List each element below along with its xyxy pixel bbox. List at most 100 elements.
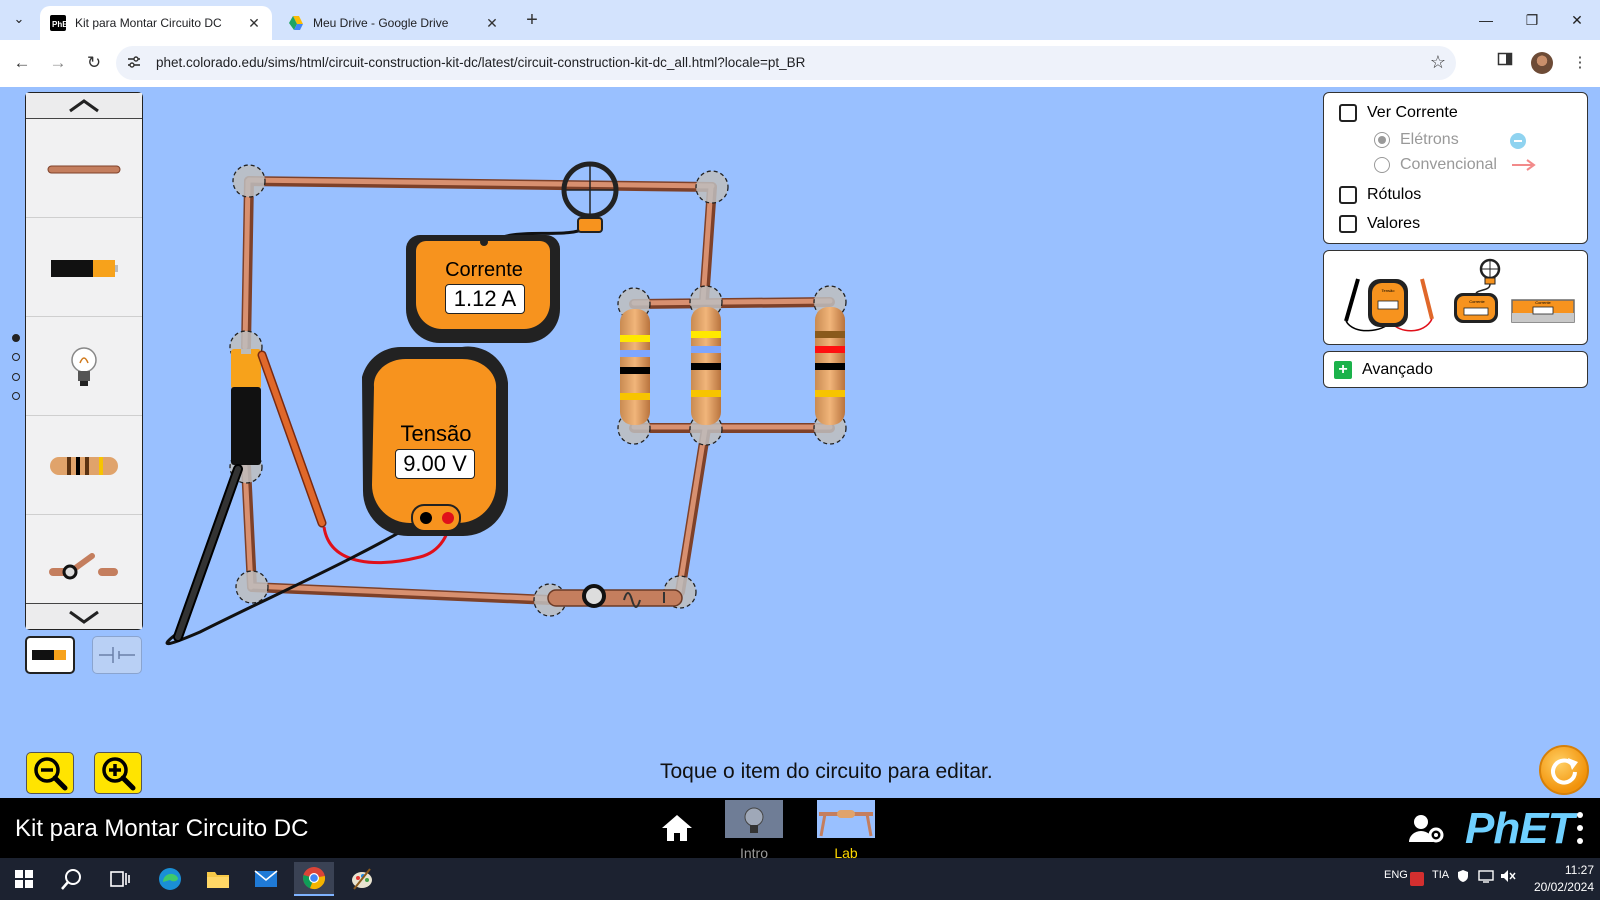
values-checkbox[interactable]: Valores: [1339, 215, 1420, 233]
volume-muted-icon[interactable]: [1500, 869, 1516, 886]
simulation-area[interactable]: Corrente 1.12 A Tensão 9.00 V Ver Corren…: [0, 87, 1600, 798]
restore-button[interactable]: ❐: [1517, 8, 1547, 32]
ammeter-tool[interactable]: [1452, 257, 1502, 323]
back-button[interactable]: ←: [10, 51, 34, 75]
electrons-label: Elétrons: [1400, 131, 1459, 148]
schematic-view-button[interactable]: [92, 636, 142, 674]
electrons-radio[interactable]: Elétrons: [1374, 131, 1459, 149]
lifelike-view-button[interactable]: [25, 636, 75, 674]
conventional-arrow-icon: [1512, 159, 1536, 171]
lab-screen-icon: [817, 800, 875, 838]
palette-switch[interactable]: [26, 516, 142, 614]
mail-button[interactable]: [246, 862, 286, 896]
radio-button[interactable]: [1374, 157, 1390, 173]
resistor[interactable]: [620, 309, 650, 425]
site-info-icon[interactable]: [126, 54, 144, 72]
chrome-button[interactable]: [294, 862, 334, 896]
tray-tia[interactable]: TIA: [1432, 869, 1449, 881]
battery[interactable]: [231, 349, 261, 465]
phet-menu-button[interactable]: [1574, 812, 1586, 844]
network-icon[interactable]: [1478, 869, 1494, 886]
display-options-panel: Ver Corrente Elétrons Convencional Rótul…: [1323, 92, 1588, 244]
schematic-battery-icon: [99, 647, 135, 663]
clock-time: 11:27: [1564, 863, 1594, 877]
reset-icon: [1551, 758, 1578, 785]
zoom-in-icon: [102, 757, 136, 791]
palette-page-dot[interactable]: [12, 353, 20, 361]
ammeter-tool-label: Corrente: [1469, 299, 1485, 304]
battery-icon: [51, 259, 118, 277]
checkbox-box[interactable]: [1339, 215, 1357, 233]
tab-close-icon[interactable]: ✕: [246, 15, 262, 32]
battery-icon: [32, 650, 66, 660]
screen-lab-button[interactable]: Lab: [817, 800, 875, 861]
show-current-checkbox[interactable]: Ver Corrente: [1339, 104, 1458, 122]
reset-all-button[interactable]: [1539, 745, 1589, 795]
paint-app-button[interactable]: [342, 862, 382, 896]
task-view-button[interactable]: [100, 862, 140, 896]
user-settings-icon: [1409, 815, 1444, 843]
phet-favicon-icon: PhET: [50, 15, 66, 31]
phet-logo[interactable]: PhET: [1465, 804, 1574, 854]
component-palette: [25, 92, 143, 630]
radio-button[interactable]: [1374, 132, 1390, 148]
screen-intro-button[interactable]: Intro: [725, 800, 783, 861]
tab-search-button[interactable]: ⌄: [8, 8, 30, 30]
palette-scroll-down-button[interactable]: [26, 603, 142, 629]
palette-light-bulb[interactable]: [26, 318, 142, 416]
checkbox-box[interactable]: [1339, 104, 1357, 122]
conventional-radio[interactable]: Convencional: [1374, 156, 1497, 174]
new-tab-button[interactable]: +: [520, 8, 544, 32]
side-panel-icon[interactable]: [1493, 51, 1517, 75]
advanced-accordion[interactable]: + Avançado: [1323, 351, 1588, 388]
system-clock[interactable]: 11:27 20/02/2024: [1524, 862, 1594, 896]
tab-close-icon[interactable]: ✕: [484, 15, 500, 32]
reload-button[interactable]: ↻: [82, 51, 106, 75]
palette-page-dot[interactable]: [12, 392, 20, 400]
palette-battery[interactable]: [26, 219, 142, 317]
voltmeter-tool[interactable]: [1344, 261, 1434, 335]
mail-icon: [254, 870, 278, 887]
conventional-label: Convencional: [1400, 156, 1497, 173]
voltmeter-title: Tensão: [400, 421, 472, 446]
address-bar[interactable]: phet.colorado.edu/sims/html/circuit-cons…: [116, 46, 1456, 80]
profile-avatar[interactable]: [1531, 52, 1553, 74]
expand-plus-icon[interactable]: +: [1334, 361, 1352, 379]
search-button[interactable]: [52, 862, 92, 896]
keyboard-help-button[interactable]: [1408, 812, 1444, 844]
start-button[interactable]: [4, 862, 44, 896]
palette-wire[interactable]: [26, 120, 142, 218]
tray-app-icon[interactable]: [1410, 872, 1424, 886]
tab-title: Kit para Montar Circuito DC: [75, 16, 222, 30]
labels-checkbox[interactable]: Rótulos: [1339, 186, 1421, 204]
switch[interactable]: [547, 584, 683, 608]
palette-scroll-up-button[interactable]: [26, 93, 142, 119]
tab-google-drive[interactable]: Meu Drive - Google Drive ✕: [278, 6, 510, 40]
forward-button[interactable]: →: [46, 51, 70, 75]
edge-button[interactable]: [150, 862, 190, 896]
resistor[interactable]: [815, 307, 845, 425]
tray-lang[interactable]: ENG: [1384, 869, 1408, 881]
home-button[interactable]: [659, 812, 695, 844]
task-view-icon: [110, 871, 130, 887]
series-ammeter-tool-label: Corrente: [1535, 300, 1551, 305]
zoom-out-button[interactable]: [26, 752, 74, 794]
zoom-in-button[interactable]: [94, 752, 142, 794]
voltmeter-value: 9.00 V: [395, 449, 475, 479]
palette-resistor[interactable]: [26, 417, 142, 515]
palette-page-dot[interactable]: [12, 373, 20, 381]
current-meter-value: 1.12 A: [445, 284, 525, 314]
electron-icon: [1510, 133, 1526, 149]
tray-security-icon[interactable]: [1456, 869, 1470, 886]
wire-icon: [47, 165, 121, 173]
resistor[interactable]: [691, 307, 721, 425]
tab-kit-circuito[interactable]: PhET Kit para Montar Circuito DC ✕: [40, 6, 272, 40]
checkbox-box[interactable]: [1339, 186, 1357, 204]
palette-page-dot[interactable]: [12, 334, 20, 342]
minimize-button[interactable]: —: [1471, 8, 1501, 32]
bookmark-star-icon[interactable]: ☆: [1430, 52, 1446, 73]
close-window-button[interactable]: ✕: [1562, 8, 1592, 32]
file-explorer-button[interactable]: [198, 862, 238, 896]
browser-menu-icon[interactable]: ⋮: [1568, 51, 1592, 75]
intro-screen-icon: [725, 800, 783, 838]
